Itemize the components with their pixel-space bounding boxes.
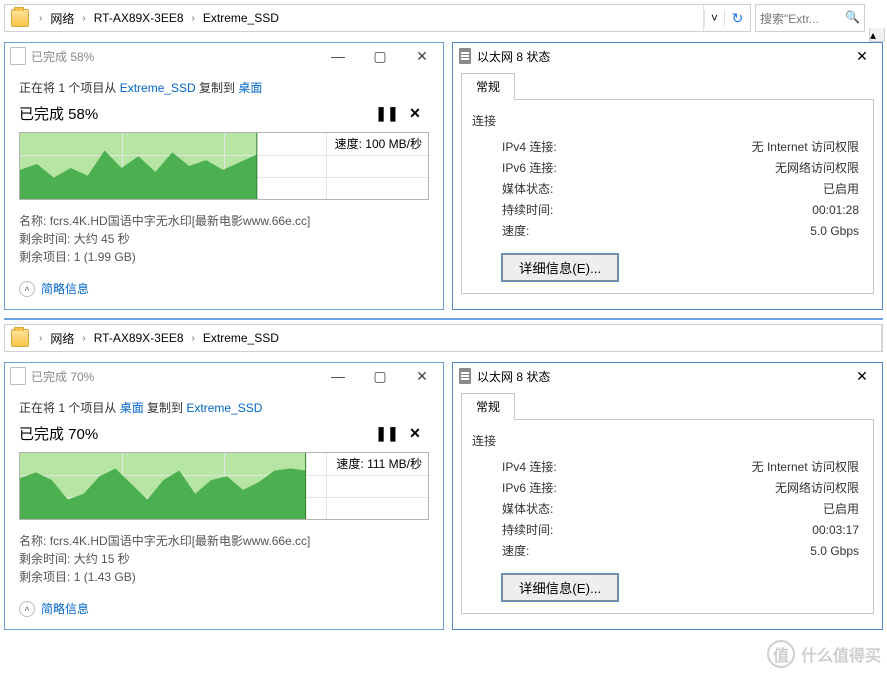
minimize-button[interactable]: — — [317, 48, 359, 65]
chevron-up-icon: ˄ — [19, 281, 35, 297]
details-toggle[interactable]: ˄ 简略信息 — [19, 596, 429, 621]
transfer-speed-chart: 速度: 111 MB/秒 — [19, 452, 429, 520]
refresh-button[interactable]: ↻ — [724, 10, 750, 27]
breadcrumb-item[interactable]: RT-AX89X-3EE8 — [92, 329, 186, 347]
breadcrumb-item[interactable]: Extreme_SSD — [201, 329, 281, 347]
folder-icon — [11, 9, 29, 27]
cancel-button[interactable]: ✕ — [401, 102, 429, 124]
chevron-right-icon: › — [186, 13, 201, 24]
history-dropdown-button[interactable]: ˅ — [704, 10, 724, 27]
copy-description: 正在将 1 个项目从 Extreme_SSD 复制到 桌面 — [19, 79, 429, 96]
window-title: 已完成 58% — [31, 48, 94, 65]
close-button[interactable]: ✕ — [401, 48, 443, 65]
search-placeholder: 搜索"Extr... — [760, 10, 819, 27]
close-button[interactable]: ✕ — [401, 368, 443, 385]
kv-media: 媒体状态:已启用 — [472, 179, 863, 200]
kv-ipv6: IPv6 连接:无网络访问权限 — [472, 158, 863, 179]
progress-text: 已完成 58% — [19, 103, 98, 124]
progress-text: 已完成 70% — [19, 423, 98, 444]
close-button[interactable]: ✕ — [842, 48, 882, 65]
time-remaining-row: 剩余时间: 大约 15 秒 — [19, 550, 429, 568]
kv-speed: 速度:5.0 Gbps — [472, 541, 863, 562]
ethernet-status-dialog: 以太网 8 状态 ✕ 常规 连接 IPv4 连接:无 Internet 访问权限… — [452, 362, 883, 630]
window-title: 以太网 8 状态 — [477, 368, 550, 385]
items-remaining-row: 剩余项目: 1 (1.99 GB) — [19, 248, 429, 266]
copy-dest-link[interactable]: 桌面 — [238, 81, 262, 95]
pause-button[interactable]: ❚❚ — [373, 422, 401, 444]
chevron-right-icon: › — [76, 333, 91, 344]
folder-icon — [11, 329, 29, 347]
chevron-right-icon: › — [33, 13, 48, 24]
kv-ipv6: IPv6 连接:无网络访问权限 — [472, 478, 863, 499]
items-remaining-row: 剩余项目: 1 (1.43 GB) — [19, 568, 429, 586]
copy-source-link[interactable]: 桌面 — [120, 401, 144, 415]
maximize-button[interactable]: ▢ — [359, 48, 401, 65]
chevron-right-icon: › — [186, 333, 201, 344]
maximize-button[interactable]: ▢ — [359, 368, 401, 385]
close-button[interactable]: ✕ — [842, 368, 882, 385]
breadcrumb-item[interactable]: 网络 — [48, 328, 76, 349]
speed-label: 速度: 100 MB/秒 — [333, 135, 424, 152]
scrollbar-up-button[interactable]: ▴ — [869, 28, 885, 42]
breadcrumb-item[interactable]: Extreme_SSD — [201, 9, 281, 27]
address-bar[interactable]: › 网络 › RT-AX89X-3EE8 › Extreme_SSD — [4, 324, 883, 352]
copy-icon — [11, 368, 25, 384]
time-remaining-row: 剩余时间: 大约 45 秒 — [19, 230, 429, 248]
speed-label: 速度: 111 MB/秒 — [334, 455, 424, 472]
details-button[interactable]: 详细信息(E)... — [502, 574, 618, 601]
details-toggle[interactable]: ˄ 简略信息 — [19, 276, 429, 301]
copy-dialog: 已完成 70% — ▢ ✕ 正在将 1 个项目从 桌面 复制到 Extreme_… — [4, 362, 444, 630]
section-header: 连接 — [472, 112, 863, 129]
chevron-right-icon: › — [76, 13, 91, 24]
search-input[interactable]: 搜索"Extr... 🔍 — [755, 4, 865, 32]
chevron-up-icon: ˄ — [19, 601, 35, 617]
ethernet-status-dialog: 以太网 8 状态 ✕ 常规 连接 IPv4 连接:无 Internet 访问权限… — [452, 42, 883, 310]
tab-general[interactable]: 常规 — [461, 393, 515, 420]
copy-dialog: 已完成 58% — ▢ ✕ 正在将 1 个项目从 Extreme_SSD 复制到… — [4, 42, 444, 310]
copy-icon — [11, 48, 25, 64]
address-bar[interactable]: › 网络 › RT-AX89X-3EE8 › Extreme_SSD ˅ ↻ — [4, 4, 751, 32]
minimize-button[interactable]: — — [317, 368, 359, 385]
nic-icon — [459, 368, 471, 384]
search-icon: 🔍 — [845, 10, 860, 24]
window-title: 以太网 8 状态 — [477, 48, 550, 65]
kv-ipv4: IPv4 连接:无 Internet 访问权限 — [472, 457, 863, 478]
copy-description: 正在将 1 个项目从 桌面 复制到 Extreme_SSD — [19, 399, 429, 416]
chevron-right-icon: › — [33, 333, 48, 344]
kv-speed: 速度:5.0 Gbps — [472, 221, 863, 242]
kv-duration: 持续时间:00:01:28 — [472, 200, 863, 221]
copy-dest-link[interactable]: Extreme_SSD — [186, 401, 262, 415]
section-header: 连接 — [472, 432, 863, 449]
details-button[interactable]: 详细信息(E)... — [502, 254, 618, 281]
watermark-icon: 值 — [767, 640, 795, 668]
watermark: 值 什么值得买 — [767, 640, 881, 668]
kv-media: 媒体状态:已启用 — [472, 499, 863, 520]
breadcrumb-item[interactable]: RT-AX89X-3EE8 — [92, 9, 186, 27]
transfer-speed-chart: 速度: 100 MB/秒 — [19, 132, 429, 200]
file-name-row: 名称: fcrs.4K.HD国语中字无水印[最新电影www.66e.cc] — [19, 532, 429, 550]
nic-icon — [459, 48, 471, 64]
pause-button[interactable]: ❚❚ — [373, 102, 401, 124]
kv-ipv4: IPv4 连接:无 Internet 访问权限 — [472, 137, 863, 158]
kv-duration: 持续时间:00:03:17 — [472, 520, 863, 541]
window-title: 已完成 70% — [31, 368, 94, 385]
file-name-row: 名称: fcrs.4K.HD国语中字无水印[最新电影www.66e.cc] — [19, 212, 429, 230]
tab-general[interactable]: 常规 — [461, 73, 515, 100]
cancel-button[interactable]: ✕ — [401, 422, 429, 444]
breadcrumb-item[interactable]: 网络 — [48, 8, 76, 29]
copy-source-link[interactable]: Extreme_SSD — [120, 81, 196, 95]
